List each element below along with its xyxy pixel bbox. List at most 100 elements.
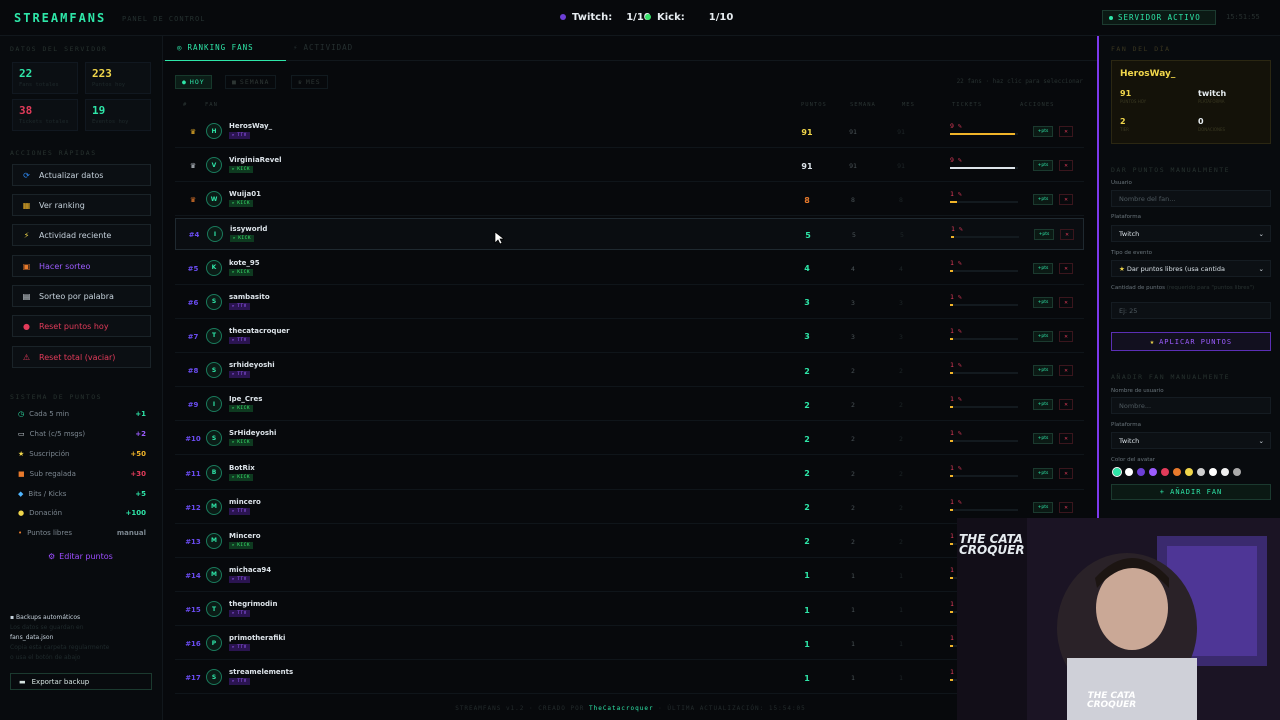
score-value: 1 bbox=[804, 605, 810, 615]
color-swatch[interactable] bbox=[1149, 468, 1157, 476]
ticket-icon: ✎ bbox=[953, 326, 962, 335]
delete-button[interactable]: ✕ bbox=[1059, 501, 1073, 513]
color-swatch[interactable] bbox=[1209, 468, 1217, 476]
delete-button[interactable]: ✕ bbox=[1059, 399, 1073, 411]
export-backup-button[interactable]: ▬ Exportar backup bbox=[10, 673, 152, 690]
add-points-button[interactable]: +pts bbox=[1033, 467, 1053, 479]
add-points-button[interactable]: +pts bbox=[1034, 229, 1054, 241]
delete-button[interactable]: ✕ bbox=[1059, 296, 1073, 308]
delete-button[interactable]: ✕ bbox=[1059, 194, 1073, 206]
rule-value: +1 bbox=[135, 410, 146, 418]
rank-label: #16 bbox=[185, 640, 201, 649]
color-swatch[interactable] bbox=[1233, 468, 1241, 476]
color-swatch[interactable] bbox=[1137, 468, 1145, 476]
refresh-data-button[interactable]: ⟳ Actualizar datos bbox=[12, 164, 151, 186]
delete-button[interactable]: ✕ bbox=[1059, 262, 1073, 274]
table-row[interactable]: ♛ W Wuija01 ▸ KICK 8 8 8 1 ✎ +pts ✕ bbox=[175, 184, 1084, 217]
action-label: Hacer sorteo bbox=[39, 261, 91, 271]
rule-value: +2 bbox=[135, 430, 146, 438]
color-swatch[interactable] bbox=[1173, 468, 1181, 476]
backup-text: Los datos se guardan en bbox=[10, 624, 84, 631]
tab-ranking[interactable]: ◎ RANKING FANS bbox=[165, 43, 286, 61]
raffle-button[interactable]: ▣ Hacer sorteo bbox=[12, 255, 151, 277]
delete-button[interactable]: ✕ bbox=[1059, 160, 1073, 172]
score-value: 8 bbox=[804, 195, 810, 205]
platform-icon: ▸ bbox=[232, 269, 236, 275]
table-row[interactable]: #10 S SrHideyoshi ▸ KICK 2 2 2 1 ✎ +pts ✕ bbox=[175, 423, 1084, 456]
add-points-button[interactable]: +pts bbox=[1033, 262, 1053, 274]
app-logo: STREAMFANS bbox=[14, 11, 107, 25]
platform-select[interactable]: Twitch ⌄ bbox=[1111, 225, 1271, 242]
delete-button[interactable]: ✕ bbox=[1059, 467, 1073, 479]
table-row[interactable]: #14Mmichaca94▸TTV1111 ✎+pts✕ bbox=[175, 560, 1084, 592]
month-value: 1 bbox=[899, 571, 903, 580]
reset-all-button[interactable]: ⚠ Reset total (vaciar) bbox=[12, 346, 151, 368]
delete-button[interactable]: ✕ bbox=[1059, 365, 1073, 377]
keyword-raffle-button[interactable]: ▤ Sorteo por palabra bbox=[12, 285, 151, 307]
table-row[interactable]: #4 Iissyworld ▸ KICK 5 5 5 1 ✎ +pts ✕ bbox=[175, 218, 1084, 251]
platform-badge: ▸ KICK bbox=[229, 439, 254, 447]
fan-stat-value: twitch bbox=[1198, 89, 1227, 98]
add-points-button[interactable]: +pts bbox=[1033, 296, 1053, 308]
month-value: 2 bbox=[899, 401, 903, 410]
actions-title: ACCIONES RÁPIDAS bbox=[10, 149, 97, 157]
edit-points-button[interactable]: ⚙ Editar puntos bbox=[48, 552, 113, 561]
table-row[interactable]: ♛ V VirginiaRevel ▸ KICK 91 91 91 9 ✎ +pts ✕ bbox=[175, 150, 1084, 183]
event-select[interactable]: ★ Dar puntos libres (usa cantida ⌄ bbox=[1111, 260, 1271, 277]
month-value: 5 bbox=[900, 231, 904, 240]
add-points-button[interactable]: +pts bbox=[1033, 330, 1053, 342]
color-swatch[interactable] bbox=[1161, 468, 1169, 476]
color-swatch[interactable] bbox=[1125, 468, 1133, 476]
apply-points-button[interactable]: ★ APLICAR PUNTOS bbox=[1111, 332, 1271, 351]
user-input[interactable]: Nombre del fan... bbox=[1111, 190, 1271, 207]
table-row[interactable]: #15Tthegrimodin▸TTV1111 ✎+pts✕ bbox=[175, 594, 1084, 627]
rank-label: #13 bbox=[185, 537, 201, 546]
reset-today-button[interactable]: ● Reset puntos hoy bbox=[12, 315, 151, 337]
table-row[interactable]: #11 B BotRix ▸ KICK 2 2 2 1 ✎ +pts ✕ bbox=[175, 458, 1084, 490]
delete-button[interactable]: ✕ bbox=[1059, 433, 1073, 445]
table-row[interactable]: #13MMincero▸KICK2221 ✎+pts✕ bbox=[175, 526, 1084, 558]
view-ranking-button[interactable]: ▦ Ver ranking bbox=[12, 194, 151, 216]
amount-input[interactable]: Ej: 25 bbox=[1111, 302, 1271, 319]
color-swatch[interactable] bbox=[1185, 468, 1193, 476]
delete-button[interactable]: ✕ bbox=[1059, 330, 1073, 342]
table-row[interactable]: #7 Tthecatacroquer ▸ TTV 3 3 3 1 ✎ +pts ✕ bbox=[175, 321, 1084, 353]
platform-icon: ▸ bbox=[232, 440, 236, 446]
recent-activity-button[interactable]: ⚡ Actividad reciente bbox=[12, 224, 151, 246]
add-points-button[interactable]: +pts bbox=[1033, 194, 1053, 206]
table-row[interactable]: #6 Ssambasito ▸ TTV 3 3 3 1 ✎ +pts ✕ bbox=[175, 287, 1084, 319]
platform2-select[interactable]: Twitch ⌄ bbox=[1111, 432, 1271, 449]
platform-badge-text: TTV bbox=[237, 372, 247, 378]
platform-badge-text: KICK bbox=[237, 201, 251, 207]
table-row[interactable]: #16Pprimotherafiki▸TTV1111 ✎+pts✕ bbox=[175, 628, 1084, 661]
table-row[interactable]: #12 Mmincero ▸ TTV 2 2 2 1 ✎ +pts ✕ bbox=[175, 492, 1084, 524]
add-points-button[interactable]: +pts bbox=[1033, 365, 1053, 377]
tab-activity[interactable]: ⚡ ACTIVIDAD bbox=[293, 43, 353, 52]
add-points-button[interactable]: +pts bbox=[1033, 126, 1053, 137]
delete-button[interactable]: ✕ bbox=[1059, 126, 1073, 137]
event-label: Tipo de evento bbox=[1111, 250, 1152, 256]
add-points-button[interactable]: +pts bbox=[1033, 160, 1053, 172]
add-fan-button[interactable]: + AÑADIR FAN bbox=[1111, 484, 1271, 500]
table-row[interactable]: #5 Kkote_95 ▸ KICK 4 4 4 1 ✎ +pts ✕ bbox=[175, 253, 1084, 285]
color-swatch[interactable] bbox=[1112, 467, 1122, 477]
color-swatch[interactable] bbox=[1221, 468, 1229, 476]
rank-label: ♛ bbox=[189, 196, 197, 205]
filter-today[interactable]: ● HOY bbox=[175, 75, 212, 89]
add-points-button[interactable]: +pts bbox=[1033, 399, 1053, 411]
progress-bar bbox=[950, 167, 1018, 170]
star-icon: ★ bbox=[1149, 337, 1156, 346]
footer-link[interactable]: TheCatacroquer bbox=[589, 705, 654, 712]
add-points-button[interactable]: +pts bbox=[1033, 501, 1053, 513]
add-points-button[interactable]: +pts bbox=[1033, 433, 1053, 445]
color-swatch[interactable] bbox=[1197, 468, 1205, 476]
filter-month[interactable]: ♛ MES bbox=[291, 75, 328, 89]
delete-button[interactable]: ✕ bbox=[1060, 229, 1074, 241]
table-row[interactable]: ♛ H HerosWay_ ▸ TTV 91 91 91 9 ✎ +pts ✕ bbox=[175, 116, 1084, 148]
filter-week[interactable]: ■ SEMANA bbox=[225, 75, 277, 89]
table-row[interactable]: #9 I Ipe_Cres ▸ KICK 2 2 2 1 ✎ +pts ✕ bbox=[175, 389, 1084, 422]
table-row[interactable]: #8 Ssrhideyoshi ▸ TTV 2 2 2 1 ✎ +pts ✕ bbox=[175, 355, 1084, 388]
platform-badge-text: KICK bbox=[238, 236, 252, 242]
table-row[interactable]: #17Sstreamelements▸TTV1111 ✎+pts✕ bbox=[175, 662, 1084, 695]
username-input[interactable]: Nombre... bbox=[1111, 397, 1271, 414]
